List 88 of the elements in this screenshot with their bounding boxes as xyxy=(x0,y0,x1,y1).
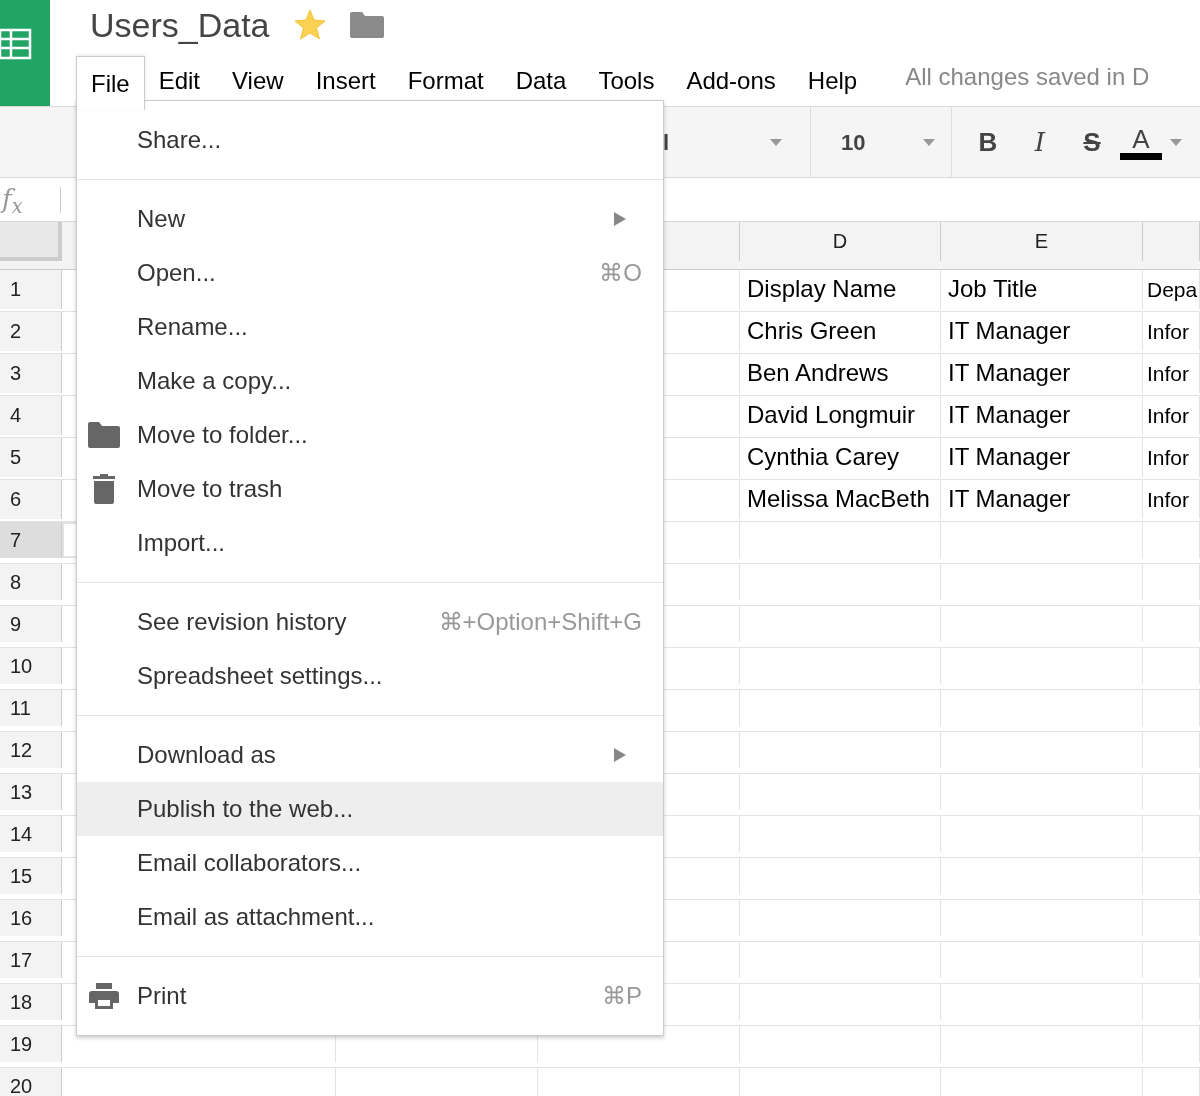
table-cell: Infor xyxy=(1143,438,1200,477)
row-header[interactable]: 13 xyxy=(0,774,62,810)
formula-label: f$_{x}$ xyxy=(0,183,24,219)
row-header[interactable]: 8 xyxy=(0,564,62,600)
menu-item[interactable]: Print ⌘P xyxy=(77,969,663,1023)
row-header[interactable]: 7 xyxy=(0,522,62,558)
row-header[interactable]: 16 xyxy=(0,900,62,936)
menu-item[interactable]: Import... xyxy=(77,516,663,570)
font-size-dropdown[interactable]: 10 xyxy=(811,107,952,177)
row-header[interactable]: 5 xyxy=(0,438,62,477)
table-cell: Depa xyxy=(1143,270,1200,309)
row-header[interactable]: 3 xyxy=(0,354,62,393)
submenu-arrow-icon xyxy=(614,212,626,226)
menu-item[interactable]: Rename... xyxy=(77,300,663,354)
menu-tab[interactable]: Add-ons xyxy=(672,56,790,106)
dropdown-caret-icon xyxy=(1170,138,1182,146)
menu-item[interactable]: Move to folder... xyxy=(77,408,663,462)
menu-tab[interactable]: Edit xyxy=(144,56,215,106)
row-header[interactable]: 12 xyxy=(0,732,62,768)
shortcut-label: ⌘O xyxy=(599,258,642,288)
menu-item[interactable]: New xyxy=(77,192,663,246)
menu-item[interactable]: Make a copy... xyxy=(77,354,663,408)
row-header[interactable]: 14 xyxy=(0,816,62,852)
table-cell: IT Manager xyxy=(941,438,1143,477)
menu-item[interactable]: Email collaborators... xyxy=(77,836,663,890)
menu-tab[interactable]: Tools xyxy=(584,56,669,106)
menu-tab[interactable]: Insert xyxy=(301,56,390,106)
trash-icon xyxy=(93,474,115,504)
menu-item[interactable]: Download as xyxy=(77,728,663,782)
menu-tab[interactable]: Help xyxy=(793,56,872,106)
spreadsheet-icon xyxy=(0,28,32,60)
row-header[interactable]: 19 xyxy=(0,1026,62,1062)
menu-tab[interactable]: Format xyxy=(393,56,498,106)
save-status: All changes saved in D xyxy=(905,62,1150,92)
row-header[interactable]: 15 xyxy=(0,858,62,894)
row-header[interactable]: 17 xyxy=(0,942,62,978)
table-cell: Melissa MacBeth xyxy=(740,480,941,519)
app-logo[interactable] xyxy=(0,0,50,106)
italic-button[interactable]: I xyxy=(1014,122,1066,162)
text-color-button[interactable]: A xyxy=(1118,122,1182,162)
row-header[interactable]: 11 xyxy=(0,690,62,726)
corner-cell[interactable] xyxy=(0,222,62,261)
menu-tab[interactable]: View xyxy=(218,56,298,106)
folder-icon xyxy=(88,422,120,448)
column-header[interactable]: E xyxy=(941,222,1143,261)
menu-item[interactable]: Open... ⌘O xyxy=(77,246,663,300)
table-cell: Infor xyxy=(1143,312,1200,351)
table-cell: IT Manager xyxy=(941,312,1143,351)
submenu-arrow-icon xyxy=(614,748,626,762)
table-cell: Cynthia Carey xyxy=(740,438,941,477)
document-title[interactable]: Users_Data xyxy=(90,0,270,51)
menu-item[interactable]: Move to trash xyxy=(77,462,663,516)
table-cell: IT Manager xyxy=(941,354,1143,393)
menu-item[interactable]: Spreadsheet settings... xyxy=(77,649,663,703)
row-header[interactable]: 18 xyxy=(0,984,62,1020)
bold-button[interactable]: B xyxy=(962,122,1014,162)
row-header[interactable]: 2 xyxy=(0,312,62,351)
table-cell: Infor xyxy=(1143,480,1200,519)
star-icon[interactable] xyxy=(293,10,326,40)
folder-icon[interactable] xyxy=(349,12,384,38)
row-header[interactable]: 1 xyxy=(0,270,62,309)
column-header[interactable]: D xyxy=(740,222,941,261)
dropdown-caret-icon xyxy=(770,138,782,146)
menu-tab[interactable]: File xyxy=(76,56,145,110)
row-header[interactable]: 20 xyxy=(0,1068,62,1096)
shortcut-label: ⌘P xyxy=(602,981,642,1011)
table-cell: Ben Andrews xyxy=(740,354,941,393)
table-cell: IT Manager xyxy=(941,480,1143,519)
table-cell: Chris Green xyxy=(740,312,941,351)
menu-tab[interactable]: Data xyxy=(501,56,581,106)
shortcut-label: ⌘+Option+Shift+G xyxy=(438,607,642,637)
table-cell: Infor xyxy=(1143,396,1200,435)
row-header[interactable]: 10 xyxy=(0,648,62,684)
strikethrough-button[interactable]: S xyxy=(1066,122,1118,162)
table-cell: Infor xyxy=(1143,354,1200,393)
row-header[interactable]: 6 xyxy=(0,480,62,519)
menu-item[interactable]: Email as attachment... xyxy=(77,890,663,944)
table-cell: David Longmuir xyxy=(740,396,941,435)
printer-icon xyxy=(89,983,119,1009)
table-cell: Display Name xyxy=(740,270,941,309)
table-cell: Job Title xyxy=(941,270,1143,309)
menu-item[interactable]: Share... xyxy=(77,113,663,167)
dropdown-caret-icon xyxy=(923,138,935,146)
menu-item[interactable]: See revision history ⌘+Option+Shift+G xyxy=(77,595,663,649)
table-cell: IT Manager xyxy=(941,396,1143,435)
row-header[interactable]: 4 xyxy=(0,396,62,435)
menu-item[interactable]: Publish to the web... xyxy=(77,782,663,836)
row-header[interactable]: 9 xyxy=(0,606,62,642)
